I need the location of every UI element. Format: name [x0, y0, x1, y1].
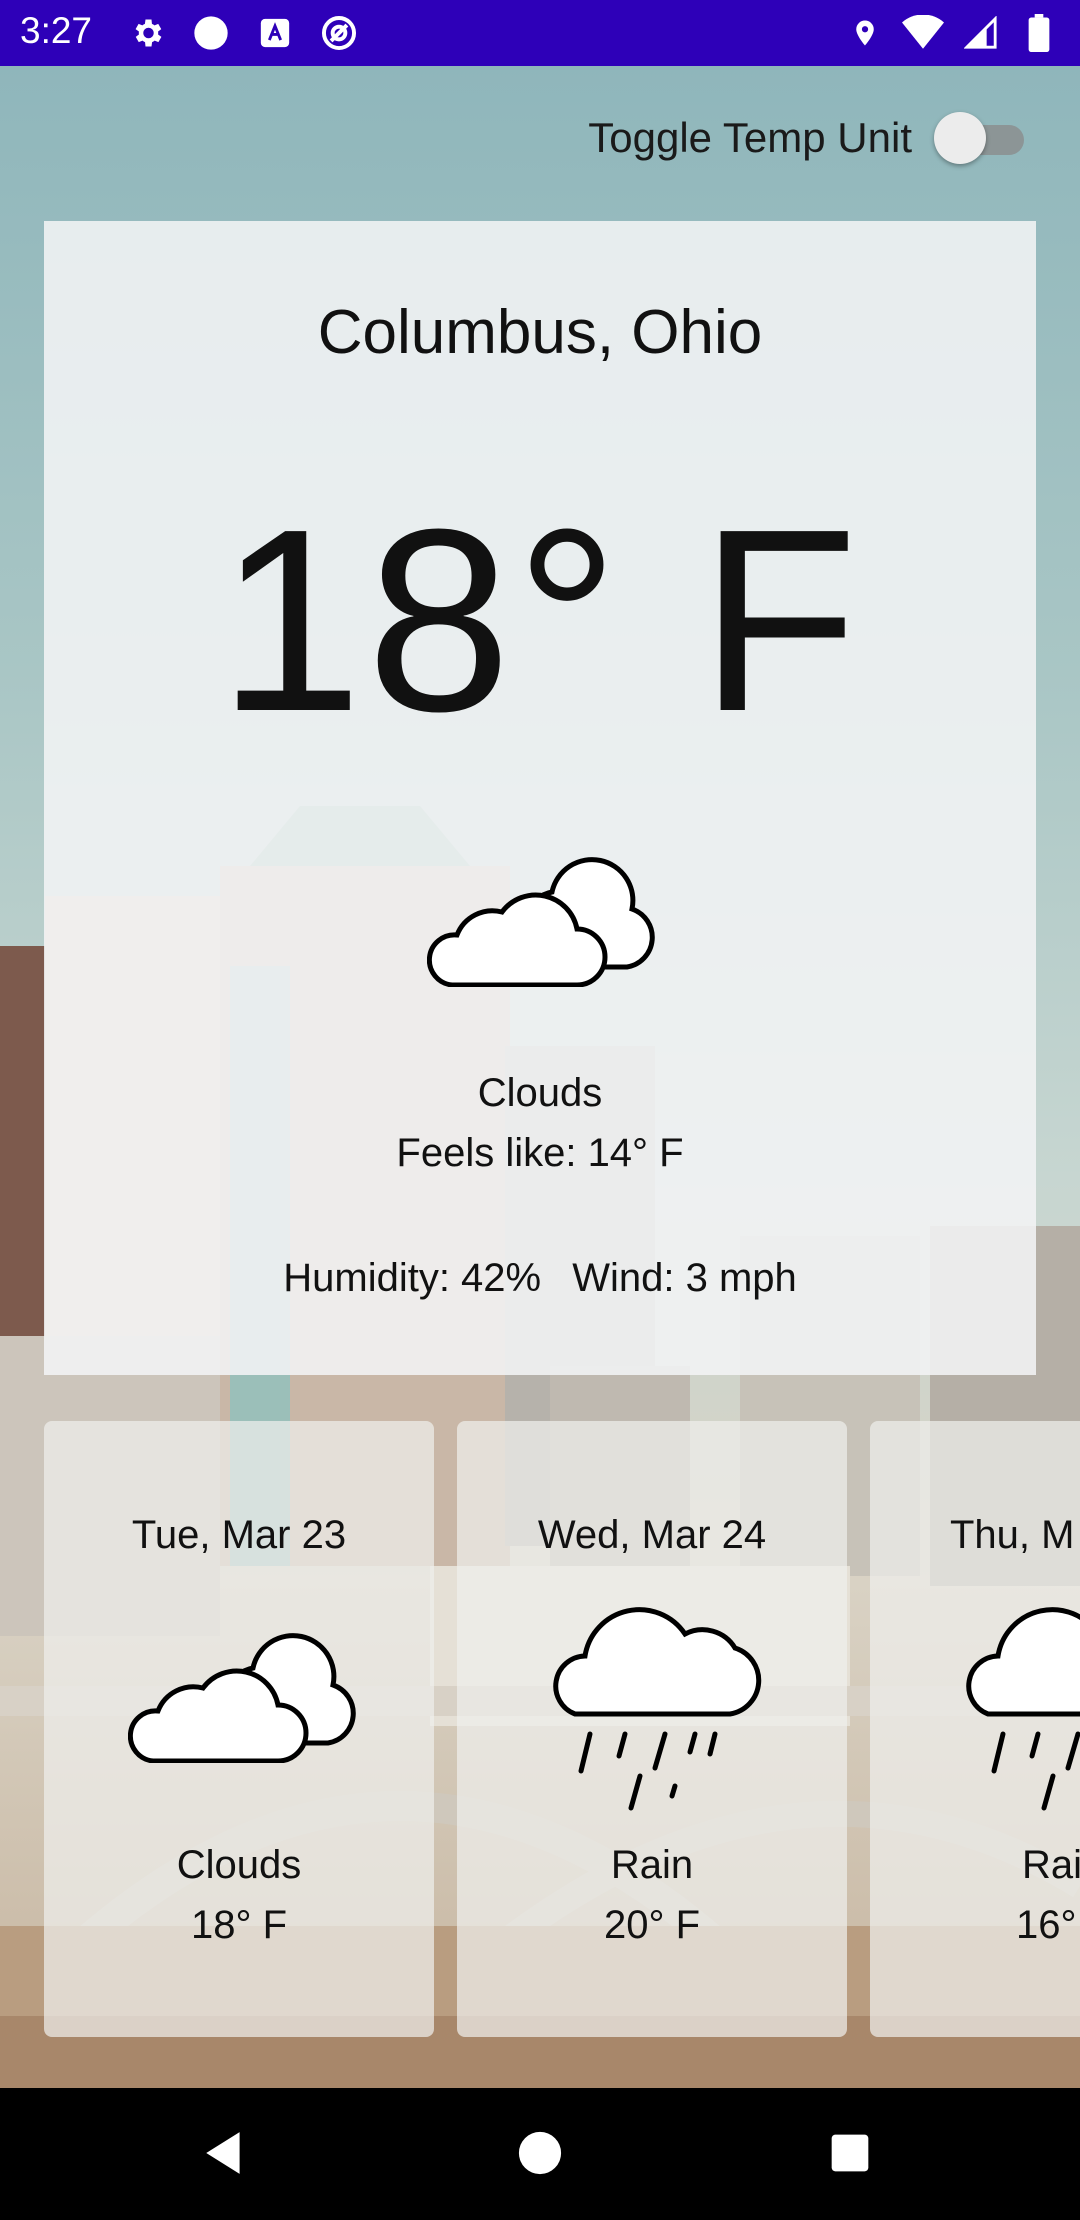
temp-unit-switch[interactable] [934, 112, 1030, 164]
forecast-temp: 20° F [603, 1903, 701, 1947]
signal-icon [960, 12, 1002, 54]
current-condition: Clouds [477, 1071, 603, 1115]
gear-icon [126, 12, 168, 54]
feels-like: Feels like: 14° F [396, 1131, 684, 1175]
forecast-card[interactable]: Tue, Mar 23 Clouds 18° F [44, 1421, 434, 2037]
current-weather-card: Columbus, Ohio 18° F Clouds Feels like: … [44, 221, 1036, 1375]
clouds-icon [426, 857, 657, 988]
wifi-icon [902, 12, 944, 54]
forecast-condition: Rai [1022, 1843, 1080, 1887]
clouds-icon [127, 1633, 358, 1768]
humidity: Humidity: 42% [283, 1256, 542, 1300]
rain-icon [545, 1596, 765, 1821]
forecast-date: Tue, Mar 23 [131, 1513, 347, 1557]
status-time: 3:27 [20, 10, 93, 51]
circle-icon [190, 12, 232, 54]
at-sign-icon [318, 12, 360, 54]
forecast-condition: Rain [610, 1843, 694, 1887]
forecast-date: Thu, M [950, 1513, 1075, 1557]
location-pin-icon [844, 12, 886, 54]
rain-icon [958, 1596, 1080, 1821]
temp-unit-toggle-row[interactable]: Toggle Temp Unit [588, 112, 1030, 164]
status-bar: 3:27 [0, 0, 1080, 66]
home-icon[interactable] [505, 2118, 575, 2188]
forecast-card[interactable]: Thu, M Rai 16° [870, 1421, 1080, 2037]
toggle-label: Toggle Temp Unit [588, 114, 912, 161]
navigation-bar [0, 2088, 1080, 2220]
wind: Wind: 3 mph [572, 1256, 797, 1300]
city-name: Columbus, Ohio [317, 298, 763, 367]
current-temperature: 18° F [217, 476, 863, 766]
forecast-temp: 16° [1016, 1903, 1077, 1947]
weather-details: Humidity: 42% Wind: 3 mph [44, 1256, 1036, 1301]
forecast-temp: 18° F [190, 1903, 288, 1947]
recents-icon[interactable] [815, 2118, 885, 2188]
forecast-card[interactable]: Wed, Mar 24 Rain 20° F [457, 1421, 847, 2037]
forecast-condition: Clouds [176, 1843, 302, 1887]
battery-icon [1018, 12, 1060, 54]
back-icon[interactable] [190, 2118, 260, 2188]
forecast-date: Wed, Mar 24 [537, 1513, 767, 1557]
font-a-icon [254, 12, 296, 54]
